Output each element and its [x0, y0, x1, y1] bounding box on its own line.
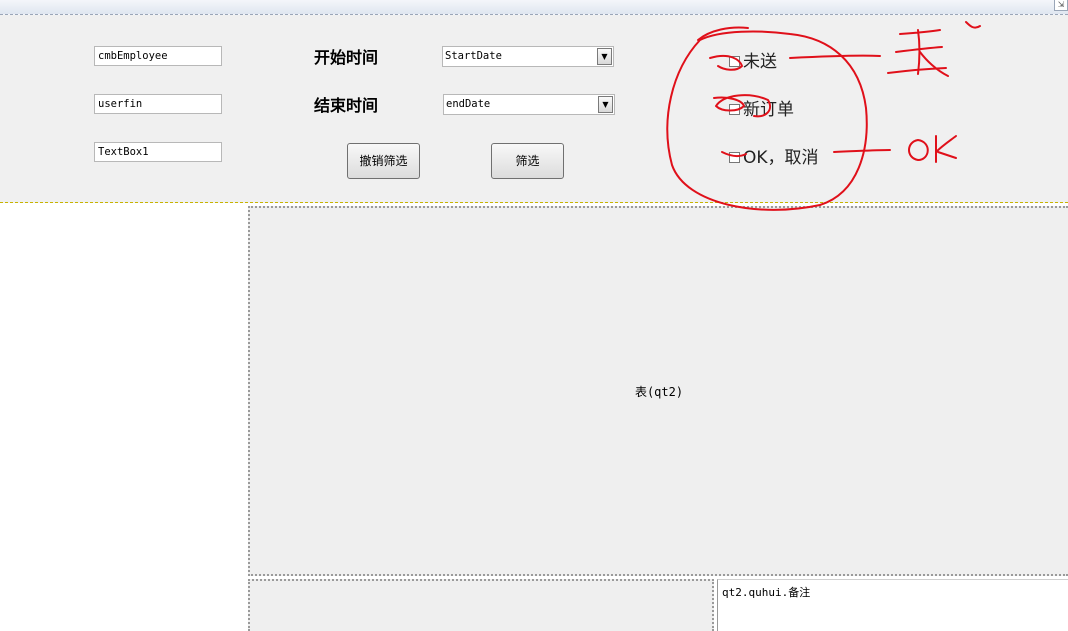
start-date-value: StartDate: [445, 50, 502, 62]
dropdown-arrow-icon[interactable]: ▼: [598, 96, 613, 113]
table-caption: 表(qt2): [634, 385, 684, 399]
dropdown-arrow-icon[interactable]: ▼: [597, 48, 612, 65]
end-date-picker[interactable]: endDate ▼: [443, 94, 615, 115]
checkbox-label: OK，取消: [743, 148, 819, 168]
end-date-value: endDate: [446, 98, 491, 110]
start-time-label: 开始时间: [314, 48, 379, 67]
note-field-binding: qt2.quhui.备注: [722, 586, 811, 599]
left-pane: [0, 206, 247, 631]
checkbox-new-order[interactable]: 新订单: [729, 95, 794, 120]
cancel-filter-button[interactable]: 撤销筛选: [347, 143, 420, 179]
start-date-picker[interactable]: StartDate ▼: [442, 46, 614, 67]
checkbox-label: 新订单: [743, 100, 794, 120]
filter-button[interactable]: 筛选: [491, 143, 564, 179]
checkbox-icon[interactable]: [729, 151, 740, 163]
bottom-left-panel: [248, 579, 714, 631]
checkbox-label: 未送: [743, 52, 777, 72]
top-strip: ⇲: [0, 0, 1068, 15]
filter-panel: cmbEmployee userfin TextBox1 开始时间 结束时间 S…: [0, 15, 1068, 203]
employee-textbox[interactable]: cmbEmployee: [94, 46, 222, 66]
table-area[interactable]: 表(qt2): [248, 206, 1068, 576]
checkbox-not-sent[interactable]: 未送: [729, 47, 777, 72]
checkbox-ok-cancel[interactable]: OK，取消: [729, 143, 819, 168]
end-time-label: 结束时间: [314, 96, 379, 115]
textbox1[interactable]: TextBox1: [94, 142, 222, 162]
corner-resize-handle[interactable]: ⇲: [1054, 0, 1068, 11]
note-field[interactable]: qt2.quhui.备注: [717, 579, 1068, 631]
checkbox-icon[interactable]: [729, 103, 740, 115]
userfin-textbox[interactable]: userfin: [94, 94, 222, 114]
checkbox-icon[interactable]: [729, 55, 740, 67]
